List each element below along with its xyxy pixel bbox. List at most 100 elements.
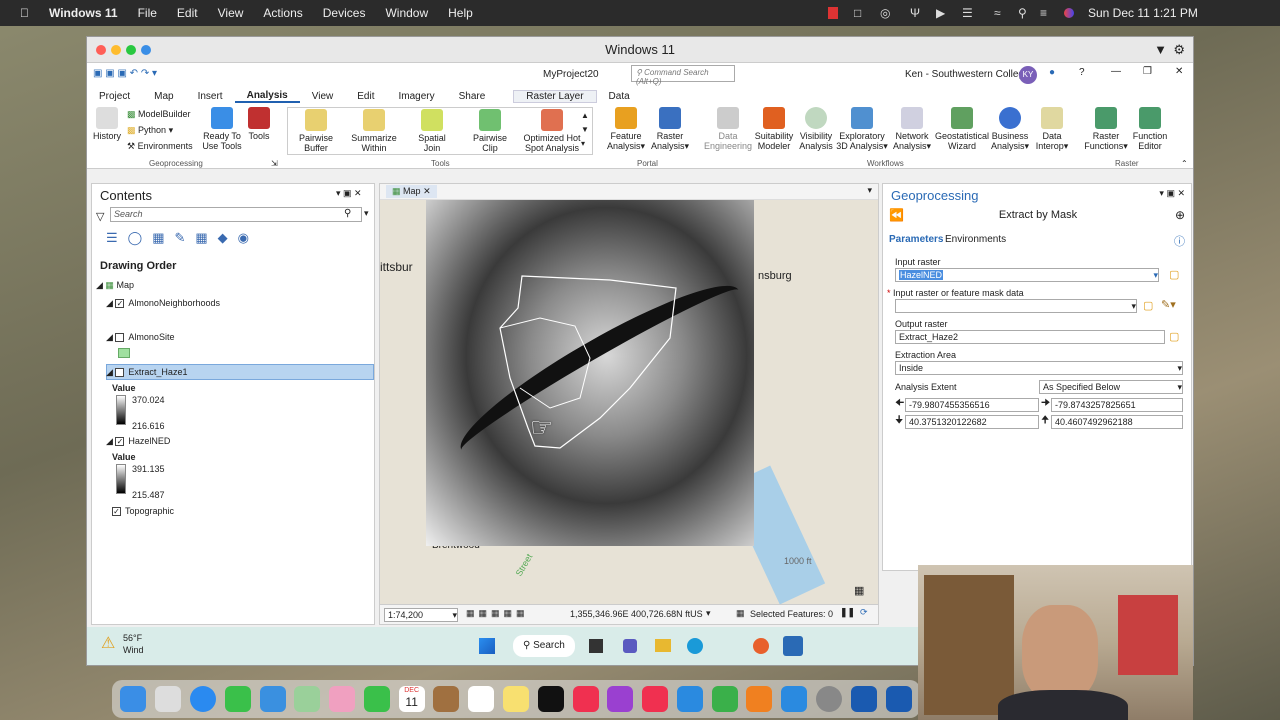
toc-map[interactable]: ◢ ▦ Map [96, 280, 134, 291]
facetime-icon[interactable] [363, 686, 390, 712]
tab-insert[interactable]: Insert [186, 91, 235, 102]
environments-button[interactable]: ⚒ Environments [127, 141, 193, 152]
vm-dropdown-icon[interactable]: ▼ [1154, 37, 1167, 63]
toc-layer-topographic[interactable]: ✓ Topographic [112, 506, 174, 517]
contents-options-icon[interactable]: ▾ ▣ ✕ [336, 188, 362, 199]
close-icon[interactable]: ✕ [1175, 66, 1183, 77]
tab-project[interactable]: Project [87, 91, 142, 102]
launchpad-icon[interactable] [155, 686, 182, 712]
wifi-icon[interactable]: ≈ [994, 6, 1001, 20]
tab-map[interactable]: Map [142, 91, 185, 102]
modelbuilder-button[interactable]: ▩ ModelBuilder [127, 109, 191, 120]
file-explorer-icon[interactable] [655, 639, 671, 652]
control-center-icon[interactable]: ≡ [1040, 6, 1047, 20]
map-nav-icons[interactable]: ▦▦▦▦▦ [466, 608, 529, 619]
map-tab-dropdown[interactable]: ▾ [867, 185, 872, 196]
mac-clock[interactable]: Sun Dec 11 1:21 PM [1088, 6, 1198, 20]
control-icon[interactable]: ☰ [962, 6, 973, 20]
pairwise-buffer-button[interactable]: Pairwise Buffer [289, 109, 343, 153]
geo-pane-options-icon[interactable]: ▾ ▣ ✕ [1159, 188, 1185, 199]
extent-right-field[interactable]: -79.8743257825651 [1051, 398, 1183, 412]
keynote-icon[interactable] [676, 686, 703, 712]
data-interop-button[interactable]: Data Interop▾ [1025, 107, 1079, 151]
extent-mode-select[interactable]: As Specified Below ▾ [1039, 380, 1183, 394]
mac-menu-edit[interactable]: Edit [177, 6, 198, 20]
mac-menu-file[interactable]: File [138, 6, 157, 20]
zoom-window-icon[interactable] [126, 45, 136, 55]
avatar[interactable]: KY [1019, 66, 1037, 84]
tab-map-view[interactable]: ▦ Map ✕ [386, 185, 437, 198]
record-icon[interactable] [828, 7, 838, 19]
notification-icon[interactable]: ● [1049, 67, 1055, 78]
contacts-icon[interactable] [433, 686, 460, 712]
mail-icon[interactable] [259, 686, 286, 712]
window-icon[interactable]: □ [854, 6, 861, 20]
screen-sharing-icon[interactable] [850, 686, 877, 712]
layer-checkbox[interactable]: ✓ [115, 299, 125, 309]
selection-icon[interactable]: ▦ [736, 608, 745, 619]
teams-icon[interactable] [623, 639, 637, 653]
vm-app-icon[interactable] [885, 686, 912, 712]
almono-neighborhood-outline[interactable] [480, 268, 690, 454]
refresh-icon[interactable]: ⟳ [860, 607, 868, 618]
minimize-icon[interactable]: — [1111, 66, 1121, 77]
basemap-topographic[interactable]: ittsbur nsburg Brentwood Street 1000 ft … [380, 200, 878, 605]
coordinate-units-dropdown[interactable]: ▾ [706, 608, 711, 619]
extraction-area-select[interactable]: Inside ▾ [895, 361, 1183, 375]
mac-menu-help[interactable]: Help [448, 6, 473, 20]
toc-layer-almono-site[interactable]: ◢ AlmonoSite [106, 332, 174, 343]
optimized-hot-spot-button[interactable]: Optimized Hot Spot Analysis [521, 109, 583, 153]
podcasts-icon[interactable] [607, 686, 634, 712]
tab-parameters[interactable]: Parameters [889, 234, 943, 245]
help-circle-icon[interactable]: ⓘ [1174, 233, 1185, 249]
numbers-icon[interactable] [711, 686, 738, 712]
notes-icon[interactable] [502, 686, 529, 712]
gallery-scroll[interactable]: ▲ ▼ ▾ [581, 109, 589, 151]
calendar-icon[interactable]: DEC 11 [398, 686, 425, 712]
pairwise-clip-button[interactable]: Pairwise Clip [463, 109, 517, 153]
pages-icon[interactable] [746, 686, 773, 712]
airplay-icon[interactable]: ◎ [880, 6, 890, 20]
toc-layer-hazelned[interactable]: ◢ ✓ HazelNED [106, 436, 170, 447]
edge-icon[interactable] [687, 638, 703, 654]
spatial-join-button[interactable]: Spatial Join [405, 109, 459, 153]
close-window-icon[interactable] [96, 45, 106, 55]
scale-field[interactable]: 1:74,200 ▾ [384, 608, 458, 622]
mac-menu-view[interactable]: View [218, 6, 244, 20]
tab-share[interactable]: Share [447, 91, 498, 102]
tab-data[interactable]: Data [597, 91, 642, 102]
siri-icon[interactable] [1064, 8, 1074, 18]
raster-analysis-button[interactable]: Raster Analysis▾ [643, 107, 697, 151]
reminders-icon[interactable] [468, 686, 495, 712]
history-button[interactable]: History [89, 107, 125, 141]
windows-start-icon[interactable] [479, 638, 495, 654]
browse-folder-icon[interactable]: ▢ [1169, 330, 1179, 343]
music-icon[interactable] [572, 686, 599, 712]
tools-icon[interactable]: Ψ [910, 6, 920, 20]
add-icon[interactable]: ⊕ [1175, 208, 1185, 222]
search-dropdown-icon[interactable]: ▾ [364, 208, 369, 219]
extent-bottom-field[interactable]: 40.3751320122682 [905, 415, 1039, 429]
contents-view-icons[interactable]: ☰◯▦✎▦◆◉ [106, 230, 259, 246]
minimize-window-icon[interactable] [111, 45, 121, 55]
function-editor-button[interactable]: Function Editor [1123, 107, 1177, 151]
task-view-icon[interactable] [589, 639, 603, 653]
messages-icon[interactable] [224, 686, 251, 712]
taskbar-search-button[interactable]: ⚲ Search [513, 635, 575, 657]
vm-settings-icon[interactable]: ⚙ [1173, 37, 1185, 63]
toc-layer-extract-haze1[interactable]: ◢ Extract_Haze1 [106, 367, 187, 378]
filter-icon[interactable]: ▽ [96, 210, 104, 223]
pause-icon[interactable]: ❚❚ [840, 607, 855, 618]
layer-checkbox[interactable]: ✓ [112, 507, 121, 517]
tab-raster-layer[interactable]: Raster Layer [513, 89, 597, 103]
maps-icon[interactable] [294, 686, 321, 712]
weather-temp[interactable]: 56°F [123, 633, 142, 643]
layer-checkbox[interactable] [115, 368, 125, 378]
group-launcher-icon[interactable]: ⇲ [271, 159, 278, 168]
network-analysis-button[interactable]: Network Analysis▾ [885, 107, 939, 151]
exploratory-3d-button[interactable]: Exploratory 3D Analysis▾ [835, 107, 889, 151]
toc-layer-almono-neighborhoods[interactable]: ◢ ✓ AlmonoNeighborhoods [106, 298, 220, 309]
tools-button[interactable]: Tools [241, 107, 277, 141]
restore-icon[interactable]: ❐ [1143, 66, 1152, 77]
extent-left-field[interactable]: -79.9807455356516 [905, 398, 1039, 412]
